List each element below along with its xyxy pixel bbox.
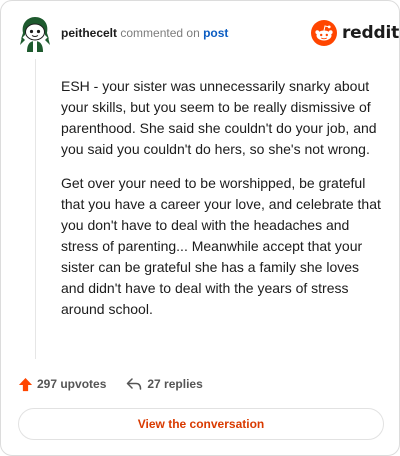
reddit-logo[interactable]: reddit <box>311 20 399 46</box>
upvote-count: 297 upvotes <box>37 377 107 391</box>
action-text: commented on <box>120 26 200 40</box>
post-link[interactable]: post <box>203 26 228 40</box>
comment-paragraph: ESH - your sister was unnecessarily snar… <box>61 78 377 157</box>
snoo-avatar-icon <box>20 17 50 52</box>
thread-line <box>35 59 36 359</box>
comment-embed-card: peithecelt commented on post reddit ESH … <box>0 0 400 456</box>
upvote-arrow-icon <box>18 377 33 391</box>
comment-stats: 297 upvotes 27 replies <box>18 375 203 393</box>
avatar[interactable] <box>18 15 52 53</box>
replies-stat[interactable]: 27 replies <box>126 377 203 391</box>
reddit-wordmark: reddit <box>342 23 400 43</box>
reply-arrow-icon <box>127 378 142 390</box>
comment-paragraph: Get over your need to be worshipped, be … <box>61 175 381 317</box>
view-conversation-button[interactable]: View the conversation <box>18 408 384 440</box>
comment-body: ESH - your sister was unnecessarily snar… <box>61 76 381 333</box>
reddit-snoo-icon <box>311 20 337 46</box>
username-link[interactable]: peithecelt <box>61 26 117 40</box>
upvotes-stat[interactable]: 297 upvotes <box>18 377 106 392</box>
reply-count: 27 replies <box>147 377 203 391</box>
comment-header: peithecelt commented on post <box>61 26 228 40</box>
